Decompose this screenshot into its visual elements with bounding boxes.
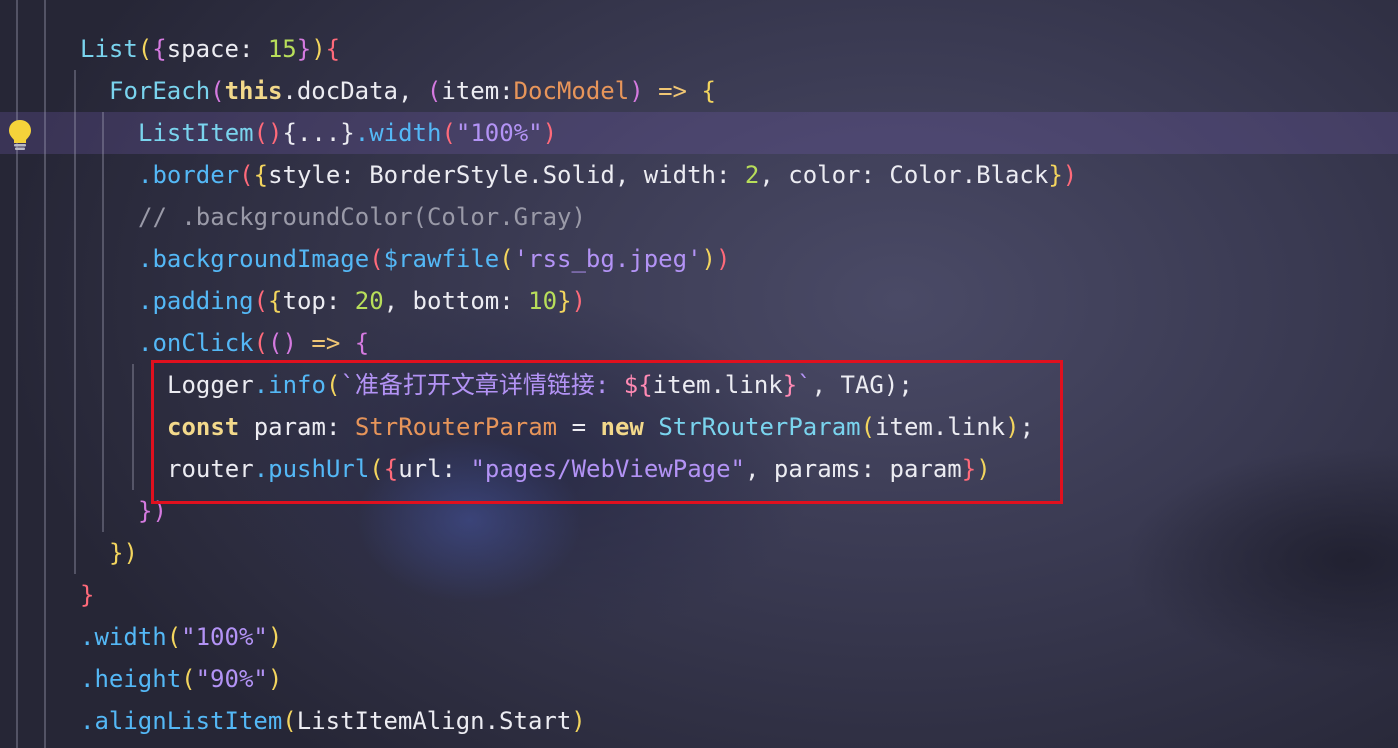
code-token: () [268,329,297,357]
code-token: .docData, [282,77,427,105]
code-token: .alignListItem [80,707,283,735]
code-token: 10 [528,287,558,315]
indent-guide [102,112,104,532]
code-token: => [296,329,355,357]
code-token: ( [137,35,153,63]
code-token: ( [181,665,196,693]
annotation-highlight-box [151,360,1063,504]
code-token: { [253,161,269,189]
indent-guide [44,0,46,748]
code-token: , color: Color.Black [759,161,1049,189]
code-token: ListItem [138,119,254,147]
code-token: ( [426,77,442,105]
code-token: ( [239,161,254,189]
code-line[interactable]: }) [109,532,138,574]
code-token: ) [715,245,731,273]
code-token: ) [542,119,558,147]
code-token: item: [441,77,514,105]
code-line[interactable]: // .backgroundColor(Color.Gray) [138,196,586,238]
code-token: // .backgroundColor(Color.Gray) [138,203,586,231]
code-token: ) [267,665,283,693]
code-token: ) [311,35,326,63]
code-token: {...} [282,119,355,147]
code-line[interactable]: .border({style: BorderStyle.Solid, width… [138,154,1077,196]
code-token: ) [701,245,716,273]
code-token: top: [282,287,355,315]
code-token: ( [210,77,225,105]
code-token: ( [441,119,456,147]
code-token: { [152,35,167,63]
code-token: .padding [138,287,254,315]
code-token: .height [80,665,182,693]
code-line[interactable]: ListItem(){...}.width("100%") [138,112,557,154]
code-token: ( [166,623,182,651]
code-token: 2 [744,161,760,189]
code-token: } [296,35,312,63]
code-line[interactable]: .height("90%") [80,658,282,700]
code-token: 'rss_bg.jpeg' [513,245,702,273]
code-token: "90%" [195,665,268,693]
code-token: .width [354,119,442,147]
code-token: .backgroundImage [138,245,370,273]
code-token: ( [499,245,514,273]
code-token: ) [571,707,586,735]
code-line[interactable]: .alignListItem(ListItemAlign.Start) [80,700,586,742]
code-token: .border [138,161,240,189]
code-token: "100%" [181,623,268,651]
code-line[interactable]: .backgroundImage($rawfile('rss_bg.jpeg')… [138,238,730,280]
code-token: "100%" [455,119,543,147]
code-token: $rawfile [383,245,500,273]
code-token: List [80,35,138,63]
code-token: this [224,77,283,105]
code-token: ) [571,287,586,315]
code-token: ( [253,329,269,357]
code-token: style: BorderStyle.Solid, width: [268,161,745,189]
code-token: ListItemAlign.Start [296,707,572,735]
code-token: }) [109,539,138,567]
code-line[interactable]: ForEach(this.docData, (item:DocModel) =>… [109,70,716,112]
code-line[interactable]: .padding({top: 20, bottom: 10}) [138,280,586,322]
code-token: { [325,35,341,63]
code-token: ( [253,287,269,315]
code-token: DocModel [513,77,630,105]
indent-guide [74,70,76,574]
code-token: => [643,77,702,105]
code-token: 15 [267,35,297,63]
code-token: } [1048,161,1063,189]
code-token: , bottom: [383,287,529,315]
code-line[interactable]: List({space: 15}){ [80,28,340,70]
code-token: ) [267,623,283,651]
code-token: { [354,329,370,357]
code-token: { [701,77,716,105]
indent-guide [132,364,134,490]
code-token: ) [1062,161,1078,189]
code-line[interactable]: } [80,574,94,616]
code-token: .onClick [138,329,254,357]
code-token: ( [369,245,384,273]
code-token: } [557,287,572,315]
code-token: ForEach [109,77,211,105]
code-token: } [80,581,95,609]
code-token: .width [80,623,167,651]
code-token: ( [282,707,297,735]
code-token: { [268,287,283,315]
indent-guide [16,0,18,748]
code-token: space: [166,35,268,63]
code-token: ) [629,77,644,105]
code-line[interactable]: .width("100%") [80,616,282,658]
code-token: 20 [354,287,384,315]
code-editor[interactable]: List({space: 15}){ForEach(this.docData, … [0,0,1398,748]
lightbulb-icon[interactable] [7,118,33,152]
code-line[interactable]: .onClick(() => { [138,322,369,364]
code-token: () [253,119,283,147]
